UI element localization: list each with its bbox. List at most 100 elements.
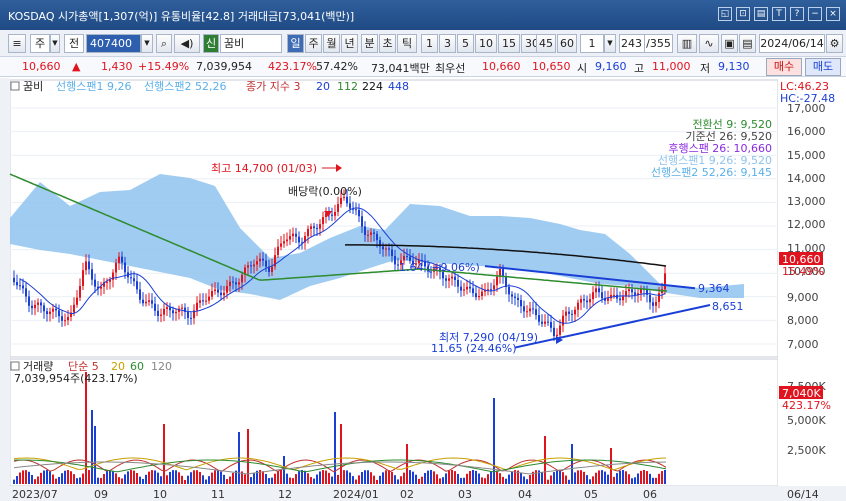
volume-bar xyxy=(580,470,582,484)
volume-bar xyxy=(472,470,474,484)
candle-body xyxy=(376,233,378,241)
volume-bar xyxy=(205,479,207,484)
volume-bar xyxy=(352,476,354,484)
interval-10[interactable]: 10 xyxy=(475,34,497,53)
volume-bar xyxy=(163,424,165,484)
window-snap-icon[interactable]: ◱ xyxy=(718,7,732,21)
bar-chart-icon[interactable]: ▥ xyxy=(677,34,697,53)
x-tick: 06/14 xyxy=(787,488,819,501)
price-tick: 13,000 xyxy=(787,195,826,208)
stock-code-input[interactable]: 407400 xyxy=(86,34,141,53)
candle-body xyxy=(247,265,249,268)
candle-body xyxy=(370,232,372,235)
interval-45[interactable]: 45 xyxy=(536,34,556,53)
volume-bar xyxy=(100,477,102,484)
speaker-icon[interactable]: ◀) xyxy=(174,34,200,53)
chevron-down-icon[interactable]: ▼ xyxy=(604,34,616,53)
legend-span1: 선행스팬1 9,26 xyxy=(56,80,131,93)
menu-icon[interactable]: ≡ xyxy=(8,34,26,53)
candle-body xyxy=(67,316,69,321)
window-list-icon[interactable]: ▤ xyxy=(754,7,768,21)
candle-body xyxy=(601,292,603,299)
period-tick[interactable]: 틱 xyxy=(397,34,417,53)
candle-body xyxy=(136,281,138,290)
period-second[interactable]: 초 xyxy=(379,34,396,53)
window-minimize-icon[interactable]: − xyxy=(808,7,822,21)
volume-bar xyxy=(124,474,126,484)
interval-1[interactable]: 1 xyxy=(421,34,438,53)
window-close-icon[interactable]: × xyxy=(826,7,840,21)
volume-bar xyxy=(553,472,555,484)
chart-area[interactable]: 꿈비 선행스팬1 9,26 선행스팬2 52,26 종가 지수 3 20 112… xyxy=(0,78,846,501)
search-icon[interactable]: ⌕ xyxy=(156,34,172,53)
volume-bar xyxy=(262,471,264,484)
count-input[interactable]: 243 xyxy=(619,34,645,53)
volume-bar xyxy=(94,426,96,484)
period-minute[interactable]: 분 xyxy=(361,34,378,53)
window-help-icon[interactable]: ? xyxy=(790,7,804,21)
volume-bar xyxy=(403,472,405,484)
period-day[interactable]: 일 xyxy=(287,34,304,53)
volume-bar xyxy=(457,473,459,484)
volume-bar xyxy=(625,471,627,484)
volume-bar xyxy=(268,478,270,484)
candle-body xyxy=(481,291,483,296)
date-input[interactable]: 2024/06/14 xyxy=(759,34,825,53)
volume-bar xyxy=(649,473,651,484)
window-link-icon[interactable]: ⊡ xyxy=(736,7,750,21)
period-week[interactable]: 주 xyxy=(305,34,322,53)
print-icon[interactable]: ▤ xyxy=(739,34,756,53)
volume-bar xyxy=(304,470,306,484)
price-tick: 7,000 xyxy=(787,338,819,351)
volume-bar xyxy=(274,473,276,484)
volume-bar xyxy=(550,475,552,484)
all-select[interactable]: 전 xyxy=(64,34,84,53)
panel-collapse-icon[interactable] xyxy=(10,81,20,91)
candle-body xyxy=(157,310,159,316)
volume-value: 7,039,954 xyxy=(196,60,252,73)
candle-body xyxy=(631,289,633,293)
volume-bar xyxy=(40,472,42,484)
period-month[interactable]: 월 xyxy=(323,34,340,53)
interval-input[interactable]: 1 xyxy=(580,34,604,53)
save-icon[interactable]: ▣ xyxy=(721,34,738,53)
gear-icon[interactable]: ⚙ xyxy=(826,34,843,53)
week-select[interactable]: 주 xyxy=(30,34,50,53)
volume-panel-collapse-icon[interactable] xyxy=(10,361,20,371)
candle-body xyxy=(526,311,528,313)
interval-15[interactable]: 15 xyxy=(498,34,520,53)
volume-bar xyxy=(586,475,588,484)
volume-bar xyxy=(109,470,111,484)
candle-body xyxy=(133,278,135,282)
candle-body xyxy=(16,282,18,286)
stock-name-field[interactable]: 꿈비 xyxy=(220,34,282,53)
interval-5[interactable]: 5 xyxy=(457,34,474,53)
legend-ma112: 112 xyxy=(337,80,358,93)
volume-bar xyxy=(292,478,294,484)
window-font-icon[interactable]: T xyxy=(772,7,786,21)
volume-bar xyxy=(589,479,591,484)
interval-3[interactable]: 3 xyxy=(439,34,456,53)
x-tick: 09 xyxy=(94,488,108,501)
candle-body xyxy=(589,299,591,303)
candle-body xyxy=(253,264,255,267)
indicator-icon[interactable]: ∿ xyxy=(699,34,719,53)
volume-bar xyxy=(577,470,579,484)
candle-body xyxy=(493,285,495,290)
candle-body xyxy=(550,322,552,328)
interval-60[interactable]: 60 xyxy=(557,34,577,53)
candle-body xyxy=(559,325,561,335)
volume-bar xyxy=(82,473,84,484)
volume-bar xyxy=(103,473,105,484)
chevron-down-icon[interactable]: ▼ xyxy=(141,34,153,53)
price-volume-chart[interactable]: 꿈비 선행스팬1 9,26 선행스팬2 52,26 종가 지수 3 20 112… xyxy=(0,78,846,501)
period-year[interactable]: 년 xyxy=(341,34,358,53)
volume-bar xyxy=(358,475,360,484)
candle-body xyxy=(199,300,201,303)
sell-button[interactable]: 매도 xyxy=(805,58,841,76)
candle-body xyxy=(73,304,75,313)
volume-bar xyxy=(400,476,402,484)
volume-bar xyxy=(478,473,480,484)
buy-button[interactable]: 매수 xyxy=(766,58,802,76)
chevron-down-icon[interactable]: ▼ xyxy=(50,34,60,53)
